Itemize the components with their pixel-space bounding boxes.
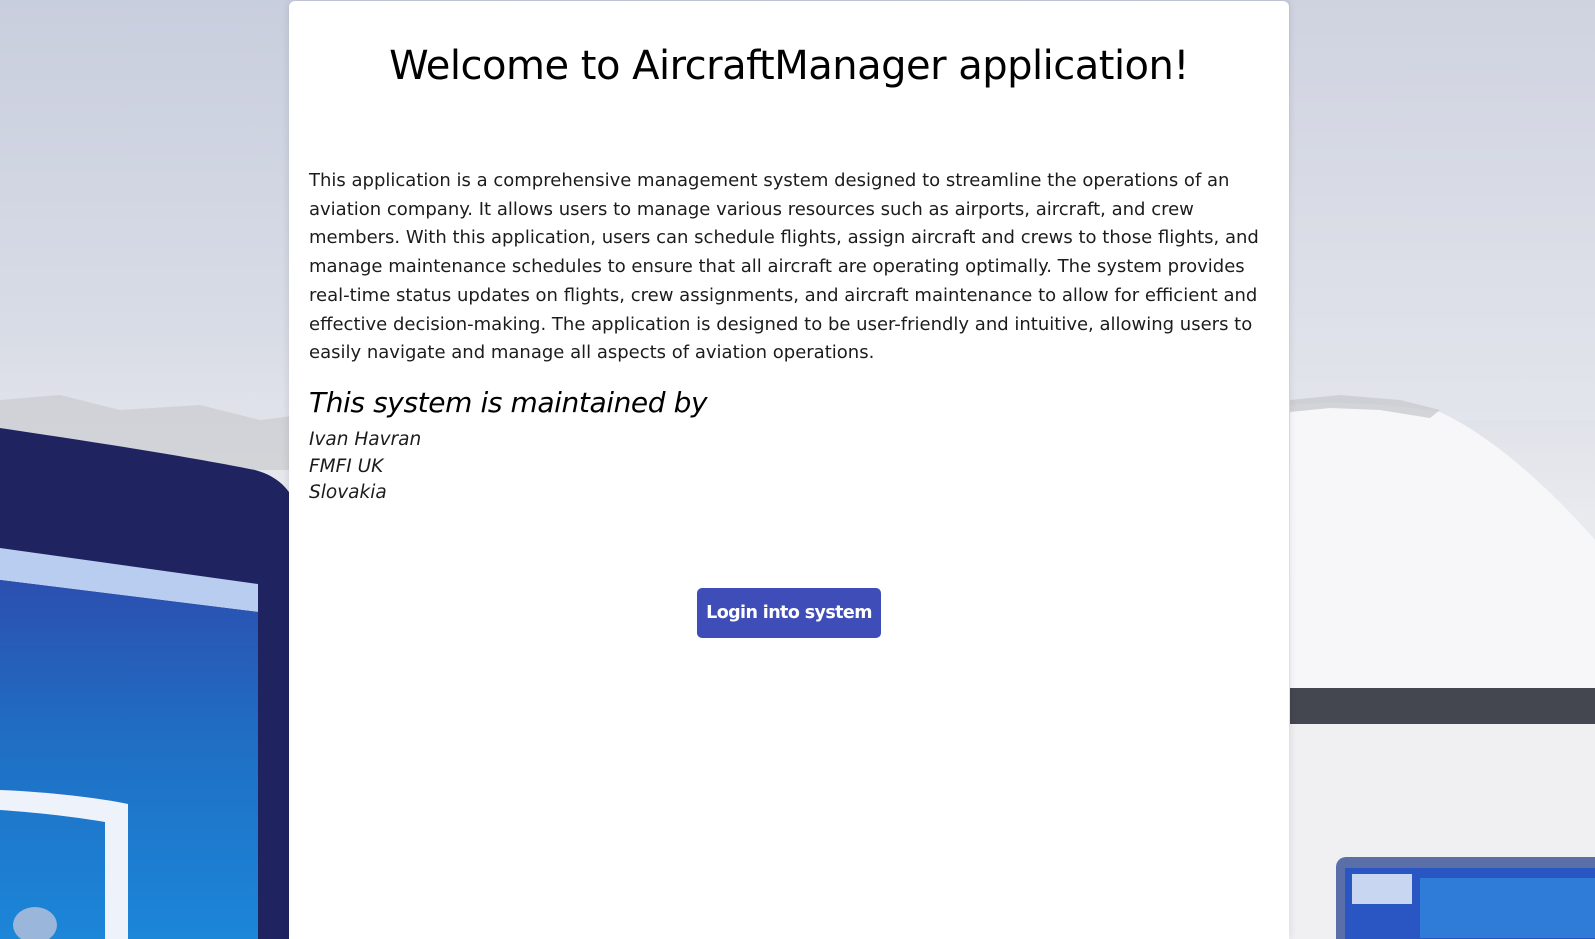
page-title: Welcome to AircraftManager application! [389, 43, 1189, 89]
maintainer-institution: FMFI UK [309, 455, 384, 477]
login-button[interactable]: Login into system [697, 588, 881, 638]
welcome-card: Welcome to AircraftManager application! … [289, 1, 1289, 939]
maintainer-info: Ivan Havran FMFI UK Slovakia [309, 427, 421, 507]
maintainer-name: Ivan Havran [309, 429, 422, 450]
maintained-by-heading: This system is maintained by [309, 386, 708, 419]
maintainer-country: Slovakia [309, 482, 387, 503]
app-description: This application is a comprehensive mana… [309, 170, 1259, 364]
